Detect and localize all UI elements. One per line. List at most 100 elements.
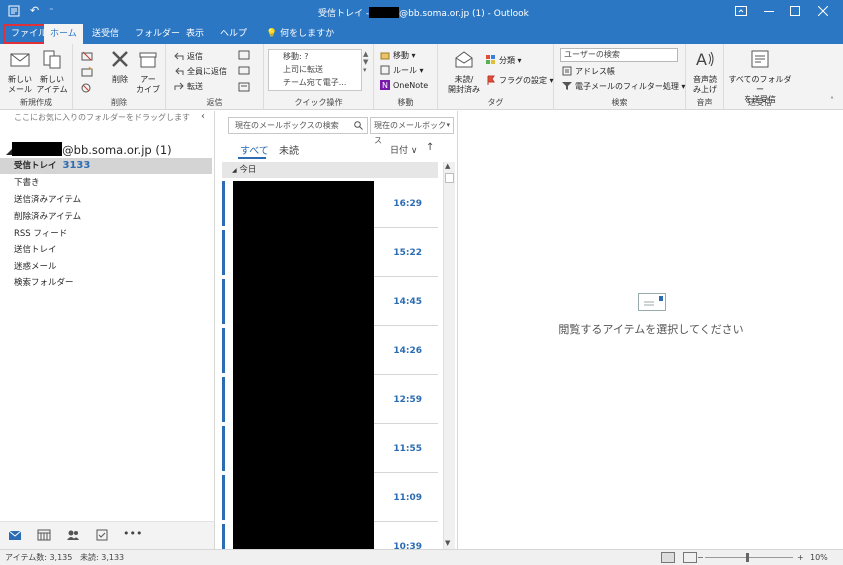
tasks-icon[interactable]: [95, 529, 109, 541]
message-time[interactable]: 11:09: [382, 493, 422, 503]
message-time[interactable]: 12:59: [382, 395, 422, 405]
zoom-level[interactable]: 10%: [810, 550, 828, 565]
ribbon-display-options-icon[interactable]: [735, 6, 747, 16]
search-input[interactable]: 現在のメールボックスの検索: [228, 117, 368, 134]
folder-inbox[interactable]: 受信トレイ 3133: [0, 158, 212, 174]
archive-button[interactable]: アー カイブ: [131, 48, 165, 95]
filter-all-underline: [238, 157, 266, 159]
open-envelope-icon: [455, 51, 473, 68]
unread-read-button[interactable]: 未読/ 開封済み: [444, 48, 484, 95]
group-header-today[interactable]: ◢ 今日: [222, 162, 438, 178]
quick-steps-scroll[interactable]: ▲ ▼ ▾: [363, 50, 368, 74]
tab-folder[interactable]: フォルダー: [129, 24, 186, 44]
send-receive-all-icon: [751, 50, 769, 68]
reading-view-icon[interactable]: [683, 552, 697, 563]
search-icon[interactable]: [354, 121, 363, 130]
tell-me-search[interactable]: 💡 何をしますか: [260, 24, 340, 44]
calendar-icon[interactable]: [37, 529, 51, 541]
new-items-label: 新しい アイテム: [36, 75, 68, 94]
categorize-icon: [486, 55, 495, 64]
cleanup-icon[interactable]: [81, 66, 93, 78]
chevron-down-icon: ▾: [446, 121, 450, 129]
redacted-block: [233, 181, 374, 549]
forward-button[interactable]: 転送: [174, 80, 203, 94]
message-list-scrollbar[interactable]: [443, 162, 455, 549]
folder-search-folders[interactable]: 検索フォルダー: [0, 275, 212, 291]
maximize-icon[interactable]: [790, 6, 800, 16]
tab-send-receive[interactable]: 送受信: [86, 24, 125, 44]
folder-label: 下書き: [14, 178, 40, 188]
normal-view-icon[interactable]: [661, 552, 675, 563]
quick-steps-gallery[interactable]: 移動: ? 上司に転送 チーム宛て電子...: [268, 49, 362, 91]
filter-email-button[interactable]: 電子メールのフィルター処理 ▾: [562, 80, 685, 94]
collapse-ribbon-icon[interactable]: ˄: [830, 96, 834, 105]
search-scope-dropdown[interactable]: 現在のメールボックス ▾: [370, 117, 454, 145]
folder-deleted-items[interactable]: 削除済みアイテム: [0, 209, 212, 225]
message-time[interactable]: 14:45: [382, 297, 422, 307]
onenote-button[interactable]: N OneNote: [380, 79, 428, 93]
im-icon[interactable]: [238, 66, 250, 76]
address-book-button[interactable]: アドレス帳: [562, 65, 615, 79]
close-icon[interactable]: [818, 6, 828, 16]
junk-icon[interactable]: [81, 82, 93, 94]
folder-label: 送信済みアイテム: [14, 195, 82, 205]
ignore-icon[interactable]: [81, 50, 93, 62]
scroll-down-icon[interactable]: ▼: [445, 539, 450, 547]
customize-qat-icon[interactable]: ⁼: [49, 6, 53, 15]
quick-step-to-manager[interactable]: 上司に転送: [269, 63, 361, 76]
message-time[interactable]: 14:26: [382, 346, 422, 356]
sort-direction-icon[interactable]: ↑: [426, 142, 434, 153]
chevron-down-icon: ∨: [410, 146, 418, 156]
window-title: 受信トレイ - @bb.soma.or.jp (1) - Outlook: [318, 6, 529, 19]
ribbon: 新しい メール 新しい アイテム 新規作成 削除 アー カイブ 削除 返信 全員…: [0, 44, 843, 110]
new-items-button[interactable]: 新しい アイテム: [35, 48, 69, 95]
search-people-input[interactable]: ユーザーの検索: [560, 48, 678, 62]
minimize-icon[interactable]: [764, 11, 774, 13]
reply-all-button[interactable]: 全員に返信: [174, 65, 227, 79]
rules-button[interactable]: ルール ▾: [380, 64, 424, 78]
message-time[interactable]: 16:29: [382, 199, 422, 209]
message-time[interactable]: 11:55: [382, 444, 422, 454]
tab-view[interactable]: 表示: [180, 24, 210, 44]
meeting-icon[interactable]: [238, 50, 250, 60]
message-time[interactable]: 15:22: [382, 248, 422, 258]
folder-outbox[interactable]: 送信トレイ: [0, 242, 212, 258]
tab-home[interactable]: ホーム: [44, 24, 83, 44]
quick-step-move[interactable]: 移動: ?: [269, 50, 361, 63]
zoom-in-icon[interactable]: +: [797, 550, 804, 565]
filter-all[interactable]: すべて: [240, 142, 269, 157]
tab-help[interactable]: ヘルプ: [214, 24, 253, 44]
undo-icon[interactable]: ↶: [30, 4, 39, 17]
folder-sent-items[interactable]: 送信済みアイテム: [0, 192, 212, 208]
categorize-button[interactable]: 分類 ▾: [486, 54, 522, 68]
group-find-label: 検索: [611, 98, 628, 107]
people-icon[interactable]: [66, 529, 80, 541]
collapse-folder-pane-icon[interactable]: ‹: [201, 111, 205, 122]
folder-label: 迷惑メール: [14, 262, 57, 272]
zoom-slider[interactable]: [705, 557, 793, 558]
folder-junk[interactable]: 迷惑メール: [0, 259, 212, 275]
reply-button[interactable]: 返信: [174, 50, 203, 64]
new-email-button[interactable]: 新しい メール: [3, 48, 37, 95]
scroll-up-icon[interactable]: ▲: [445, 162, 450, 170]
move-button[interactable]: 移動 ▾: [380, 49, 416, 63]
scrollbar-thumb[interactable]: [445, 173, 454, 183]
mail-icon[interactable]: [8, 529, 22, 541]
zoom-out-icon[interactable]: −: [697, 550, 704, 565]
message-separator: [374, 521, 438, 522]
quick-step-team-email[interactable]: チーム宛て電子...: [269, 76, 361, 89]
send-receive-icon[interactable]: [8, 5, 20, 17]
sort-label: 日付: [390, 146, 409, 156]
more-apps-icon[interactable]: •••: [123, 528, 142, 539]
read-aloud-button[interactable]: A 音声読 み上げ: [688, 48, 722, 95]
folder-drafts[interactable]: 下書き: [0, 175, 212, 191]
zoom-slider-thumb[interactable]: [746, 553, 749, 562]
group-delete-label: 削除: [111, 98, 127, 107]
filter-unread[interactable]: 未読: [279, 142, 299, 157]
more-respond-icon[interactable]: [238, 82, 250, 92]
account-name: @bb.soma.or.jp (1): [62, 143, 172, 157]
sort-by-date[interactable]: 日付 ∨: [390, 143, 417, 156]
account-header[interactable]: ◢ @bb.soma.or.jp (1): [6, 142, 172, 157]
folder-rss[interactable]: RSS フィード: [0, 226, 212, 242]
follow-up-button[interactable]: フラグの設定 ▾: [486, 74, 554, 88]
